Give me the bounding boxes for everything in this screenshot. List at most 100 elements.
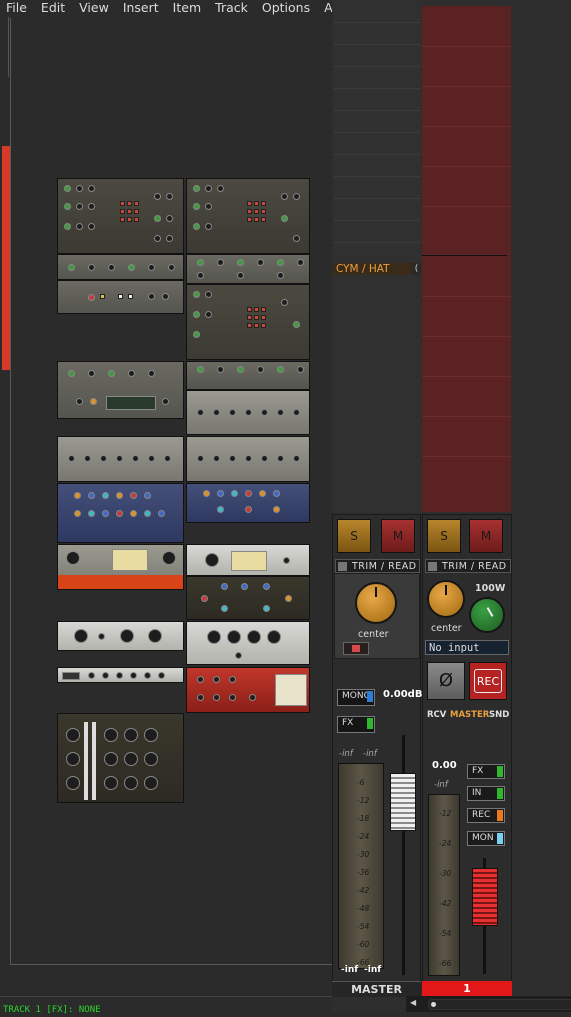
knob-icon[interactable] [166, 215, 173, 222]
knob-icon[interactable] [281, 299, 288, 306]
knob-icon[interactable] [197, 409, 204, 416]
knob-icon[interactable] [197, 366, 204, 373]
knob-icon[interactable] [116, 510, 123, 517]
knob-icon[interactable] [64, 185, 71, 192]
knob-icon[interactable] [263, 583, 270, 590]
knob-icon[interactable] [237, 272, 244, 279]
track-selection-strip[interactable] [2, 146, 10, 370]
knob-icon[interactable] [66, 752, 80, 766]
scroll-left-icon[interactable]: ◀ [410, 998, 416, 1007]
fx-plugin-gate-2[interactable] [57, 436, 184, 482]
knob-icon[interactable] [166, 235, 173, 242]
pad-icon[interactable] [254, 201, 259, 206]
menu-item[interactable]: Item [166, 0, 208, 17]
fx-plugin-tube-eq[interactable] [186, 621, 310, 665]
knob-icon[interactable] [76, 223, 83, 230]
knob-icon[interactable] [205, 311, 212, 318]
knob-icon[interactable] [235, 652, 242, 659]
master-peak-right[interactable]: -inf [363, 749, 377, 759]
track1-peak[interactable]: -inf [434, 780, 448, 790]
pad-icon[interactable] [261, 315, 266, 320]
knob-icon[interactable] [154, 235, 161, 242]
knob-icon[interactable] [124, 776, 138, 790]
track1-volume-readout[interactable]: 0.00 [432, 760, 457, 771]
knob-icon[interactable] [217, 259, 224, 266]
knob-icon[interactable] [205, 223, 212, 230]
pad-icon[interactable] [261, 201, 266, 206]
knob-icon[interactable] [217, 490, 224, 497]
track1-automation-mode[interactable]: TRIM / READ [425, 559, 511, 573]
fx-plugin-compressor-1[interactable] [57, 280, 184, 314]
knob-icon[interactable] [237, 259, 244, 266]
knob-icon[interactable] [283, 557, 290, 564]
pad-icon[interactable] [120, 201, 125, 206]
knob-icon[interactable] [213, 694, 220, 701]
knob-icon[interactable] [144, 752, 158, 766]
knob-icon[interactable] [205, 291, 212, 298]
switch-icon[interactable] [128, 294, 133, 299]
knob-icon[interactable] [247, 630, 261, 644]
knob-icon[interactable] [158, 510, 165, 517]
track1-rcv-button[interactable]: RCV [427, 710, 446, 720]
knob-icon[interactable] [102, 672, 109, 679]
knob-icon[interactable] [108, 370, 115, 377]
fx-plugin-compressor-2[interactable] [57, 361, 184, 419]
knob-icon[interactable] [132, 455, 139, 462]
fx-plugin-eq-3[interactable] [186, 361, 310, 390]
pad-icon[interactable] [247, 323, 252, 328]
knob-icon[interactable] [128, 264, 135, 271]
fx-plugin-channel-strip-2[interactable] [186, 178, 310, 254]
track1-phase-button[interactable]: Ø [427, 662, 465, 700]
track1-snd-button[interactable]: SND [489, 710, 509, 720]
knob-icon[interactable] [66, 728, 80, 742]
pad-icon[interactable] [247, 315, 252, 320]
track-name-label[interactable]: CYM / HAT [333, 263, 413, 275]
knob-icon[interactable] [281, 215, 288, 222]
switch-icon[interactable] [100, 294, 105, 299]
knob-icon[interactable] [193, 311, 200, 318]
pad-icon[interactable] [254, 307, 259, 312]
knob-icon[interactable] [66, 551, 80, 565]
knob-icon[interactable] [130, 672, 137, 679]
pad-icon[interactable] [247, 307, 252, 312]
pad-icon[interactable] [134, 209, 139, 214]
knob-icon[interactable] [158, 672, 165, 679]
knob-icon[interactable] [277, 259, 284, 266]
master-mono-button[interactable]: MONO [337, 689, 375, 706]
knob-icon[interactable] [148, 293, 155, 300]
menu-track[interactable]: Track [208, 0, 255, 17]
knob-icon[interactable] [76, 185, 83, 192]
fx-chain-canvas[interactable] [10, 18, 333, 965]
knob-icon[interactable] [197, 694, 204, 701]
track1-rec-mode-button[interactable]: REC [467, 808, 505, 823]
knob-icon[interactable] [88, 203, 95, 210]
knob-icon[interactable] [213, 455, 220, 462]
knob-icon[interactable] [162, 551, 176, 565]
switch-icon[interactable] [118, 294, 123, 299]
fx-plugin-channel-strip-1[interactable] [57, 178, 184, 254]
knob-icon[interactable] [88, 294, 95, 301]
pad-icon[interactable] [247, 209, 252, 214]
track1-pan-knob[interactable] [427, 580, 465, 618]
knob-icon[interactable] [124, 728, 138, 742]
knob-icon[interactable] [88, 672, 95, 679]
fx-plugin-opto-2[interactable] [186, 544, 310, 576]
track1-rec-arm-button[interactable]: REC [469, 662, 507, 700]
knob-icon[interactable] [148, 455, 155, 462]
knob-icon[interactable] [144, 672, 151, 679]
pad-icon[interactable] [127, 209, 132, 214]
pad-icon[interactable] [120, 209, 125, 214]
master-name-label[interactable]: MASTER [332, 981, 421, 997]
knob-icon[interactable] [277, 366, 284, 373]
knob-icon[interactable] [257, 366, 264, 373]
knob-icon[interactable] [221, 583, 228, 590]
knob-icon[interactable] [229, 409, 236, 416]
automation-checkbox[interactable] [338, 562, 347, 571]
knob-icon[interactable] [197, 272, 204, 279]
knob-icon[interactable] [148, 370, 155, 377]
knob-icon[interactable] [277, 272, 284, 279]
menu-options[interactable]: Options [255, 0, 317, 17]
knob-icon[interactable] [293, 409, 300, 416]
knob-icon[interactable] [64, 203, 71, 210]
pad-icon[interactable] [261, 307, 266, 312]
